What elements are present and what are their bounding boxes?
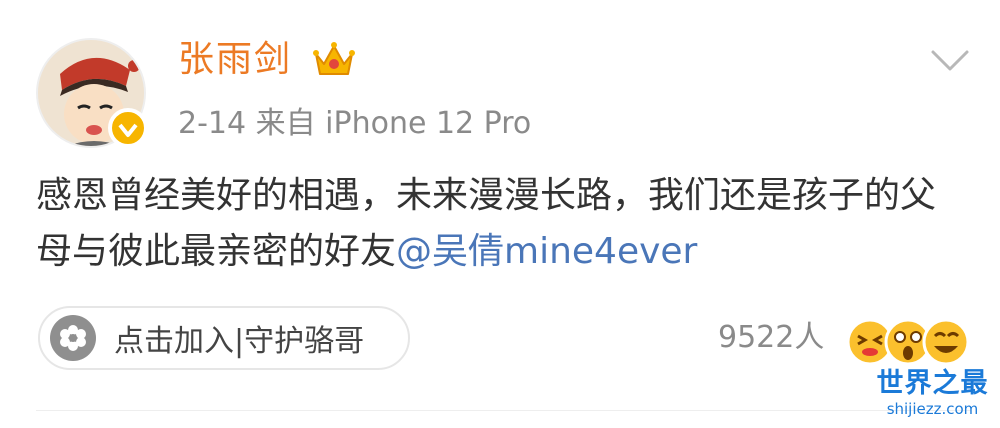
author-name[interactable]: 张雨剑 [178,38,292,82]
watermark-url: shijiezz.com [886,400,979,418]
chevron-down-icon[interactable] [930,48,970,74]
join-group-button[interactable]: 点击加入|守护骆哥 [38,306,410,370]
post-content: 感恩曾经美好的相遇，未来漫漫长路，我们还是孩子的父母与彼此最亲密的好友@吴倩mi… [36,168,971,280]
like-count[interactable]: 9522人 [718,316,824,360]
laugh-icon [922,318,970,366]
post-meta: 2-14 来自 iPhone 12 Pro [178,106,532,141]
divider [36,410,971,411]
watermark-title: 世界之最 [876,368,989,399]
reaction-emojis[interactable] [844,312,974,368]
flower-icon [50,315,96,361]
watermark: 世界之最 shijiezz.com [870,368,995,418]
join-group-label: 点击加入|守护骆哥 [114,324,365,359]
crown-icon [313,42,355,75]
mention-link[interactable]: @吴倩mine4ever [396,231,697,272]
verified-badge-icon [108,108,148,148]
